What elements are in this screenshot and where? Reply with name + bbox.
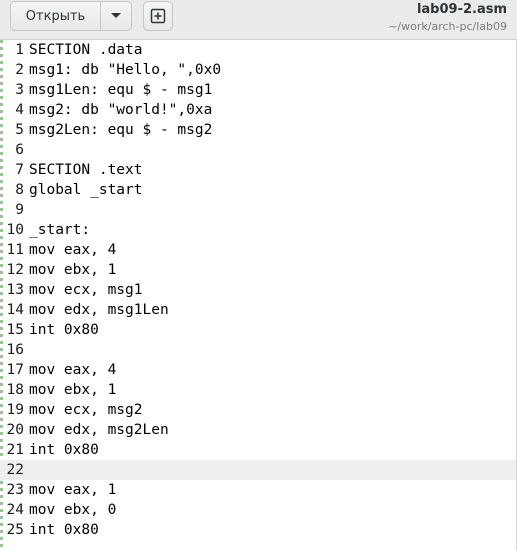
code-line[interactable]: 8 global _start [0,180,517,200]
code-line[interactable]: 5 msg2Len: equ $ - msg2 [0,120,517,140]
document-title: lab09-2.asm [416,2,507,17]
line-text[interactable]: mov edx, msg1Len [24,300,169,320]
line-text[interactable]: mov eax, 4 [24,240,116,260]
code-line[interactable]: 21 int 0x80 [0,440,517,460]
new-tab-icon [150,8,166,24]
code-line[interactable]: 23 mov eax, 1 [0,480,517,500]
line-number: 3 [15,82,24,98]
line-number: 5 [15,122,24,138]
document-path: ~/work/arch-pc/lab09 [388,20,507,33]
line-number: 14 [6,302,24,318]
code-line[interactable]: 11 mov eax, 4 [0,240,517,260]
line-number: 4 [15,102,24,118]
line-text[interactable]: int 0x80 [24,440,99,460]
line-text[interactable]: msg2Len: equ $ - msg2 [24,120,212,140]
text-editor-window: Открыть lab09-2.asm ~/work/arch-pc/lab09… [0,0,517,550]
code-line[interactable]: 13 mov ecx, msg1 [0,280,517,300]
line-text[interactable]: int 0x80 [24,520,99,540]
code-line[interactable]: 12 mov ebx, 1 [0,260,517,280]
line-number: 2 [15,62,24,78]
line-text[interactable]: int 0x80 [24,320,99,340]
open-menu-button[interactable] [101,2,131,30]
line-number: 6 [15,142,24,158]
code-line[interactable]: 9 [0,200,517,220]
header-bar: Открыть lab09-2.asm ~/work/arch-pc/lab09 [0,0,517,40]
line-number: 13 [6,282,24,298]
line-number: 22 [6,462,24,478]
line-text[interactable]: mov eax, 1 [24,480,116,500]
line-text[interactable]: mov ebx, 0 [24,500,116,520]
code-editor[interactable]: 1 SECTION .data 2 msg1: db "Hello, ",0x0 3 ms… [0,40,517,550]
title-block: lab09-2.asm ~/work/arch-pc/lab09 [388,0,507,34]
line-number: 12 [6,262,24,278]
code-line[interactable]: 17 mov eax, 4 [0,360,517,380]
code-line[interactable]: 14 mov edx, msg1Len [0,300,517,320]
line-text[interactable]: msg1Len: equ $ - msg1 [24,80,212,100]
line-text[interactable]: msg1: db "Hello, ",0x0 [24,60,221,80]
open-button-group: Открыть [10,1,132,31]
line-number: 17 [6,362,24,378]
line-text[interactable]: mov ebx, 1 [24,260,116,280]
line-number: 15 [6,322,24,338]
code-line[interactable]: 10 _start: [0,220,517,240]
code-line[interactable]: 7 SECTION .text [0,160,517,180]
line-text[interactable]: global _start [24,180,143,200]
line-text[interactable]: SECTION .text [24,160,143,180]
line-number: 7 [15,162,24,178]
code-line[interactable]: 20 mov edx, msg2Len [0,420,517,440]
chevron-down-icon [111,13,121,18]
line-number: 11 [6,242,24,258]
line-number: 18 [6,382,24,398]
code-line[interactable]: 15 int 0x80 [0,320,517,340]
line-number: 24 [6,502,24,518]
line-number: 8 [15,182,24,198]
line-text[interactable]: mov ecx, msg1 [24,280,143,300]
line-text[interactable]: mov eax, 4 [24,360,116,380]
code-line[interactable]: 2 msg1: db "Hello, ",0x0 [0,60,517,80]
code-line[interactable]: 19 mov ecx, msg2 [0,400,517,420]
line-number: 1 [15,42,24,58]
line-text[interactable]: mov edx, msg2Len [24,420,169,440]
line-text[interactable]: mov ecx, msg2 [24,400,143,420]
line-text[interactable]: SECTION .data [24,40,143,60]
line-text[interactable]: msg2: db "world!",0xa [24,100,212,120]
code-line[interactable]: 6 [0,140,517,160]
new-tab-button[interactable] [143,1,173,31]
line-number: 20 [6,422,24,438]
line-number: 25 [6,522,24,538]
code-line[interactable]: 18 mov ebx, 1 [0,380,517,400]
code-line[interactable]: 24 mov ebx, 0 [0,500,517,520]
code-line[interactable]: 1 SECTION .data [0,40,517,60]
code-line[interactable]: 3 msg1Len: equ $ - msg1 [0,80,517,100]
code-line[interactable]: 16 [0,340,517,360]
line-number: 16 [6,342,24,358]
line-number: 10 [6,222,24,238]
line-text[interactable]: _start: [24,220,90,240]
open-button[interactable]: Открыть [11,2,101,30]
line-number: 23 [6,482,24,498]
line-number: 19 [6,402,24,418]
line-number: 21 [6,442,24,458]
code-line[interactable]: 25 int 0x80 [0,520,517,540]
line-number: 9 [15,202,24,218]
line-text[interactable]: mov ebx, 1 [24,380,116,400]
code-line[interactable]: 22 [0,460,517,480]
code-line[interactable]: 4 msg2: db "world!",0xa [0,100,517,120]
